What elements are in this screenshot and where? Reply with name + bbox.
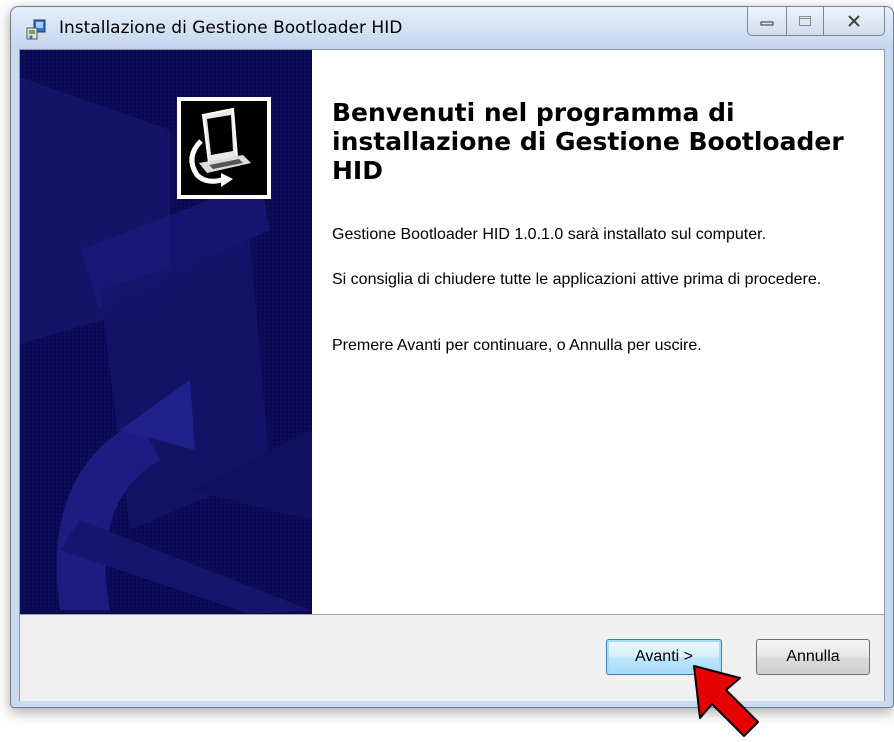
instructions-text: Premere Avanti per continuare, o Annulla…: [332, 337, 702, 354]
minimize-icon: [760, 21, 774, 26]
installer-window: Installazione di Gestione Bootloader HID: [10, 6, 894, 708]
red-arrow-pointer-icon: [693, 665, 759, 737]
wizard-side-banner: [20, 50, 312, 614]
maximize-icon: [799, 16, 811, 26]
title-bar[interactable]: Installazione di Gestione Bootloader HID: [11, 6, 893, 49]
computer-install-logo-icon: [189, 107, 251, 187]
close-apps-text: Si consiglia di chiudere tutte le applic…: [332, 271, 822, 288]
installer-icon: [26, 19, 46, 40]
cancel-button[interactable]: Annulla: [756, 639, 870, 675]
maximize-button[interactable]: [787, 6, 824, 36]
wizard-client-area: Benvenuti nel programma di installazione…: [19, 49, 885, 701]
welcome-heading: Benvenuti nel programma di installazione…: [332, 98, 844, 185]
close-icon: [848, 15, 860, 27]
caption-buttons: [747, 6, 885, 36]
install-info-text: Gestione Bootloader HID 1.0.1.0 sarà ins…: [332, 226, 767, 243]
close-button[interactable]: [824, 6, 885, 36]
installer-logo: [177, 97, 271, 199]
minimize-button[interactable]: [747, 6, 787, 36]
window-title: Installazione di Gestione Bootloader HID: [59, 18, 403, 38]
